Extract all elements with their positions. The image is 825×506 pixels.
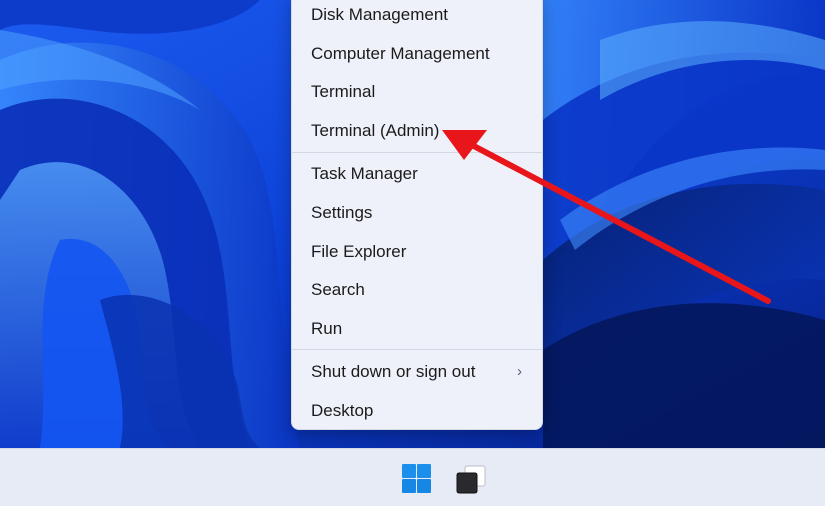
menu-item-label: Run: [311, 319, 343, 338]
menu-item-run[interactable]: Run: [292, 310, 542, 348]
menu-item-terminal[interactable]: Terminal: [292, 73, 542, 111]
taskbar: [0, 448, 825, 506]
menu-item-label: Terminal: [311, 82, 376, 101]
task-view-icon: [456, 465, 486, 494]
menu-item-task-manager[interactable]: Task Manager: [292, 155, 542, 193]
menu-item-desktop[interactable]: Desktop: [292, 392, 542, 430]
winx-context-menu: Disk Management Computer Management Term…: [291, 0, 543, 430]
menu-item-settings[interactable]: Settings: [292, 194, 542, 232]
start-button[interactable]: [398, 461, 434, 497]
menu-item-label: Shut down or sign out: [311, 362, 476, 381]
menu-item-terminal-admin[interactable]: Terminal (Admin): [292, 112, 542, 150]
windows-logo-icon: [402, 464, 432, 494]
menu-item-label: Search: [311, 280, 365, 299]
menu-item-label: File Explorer: [311, 242, 407, 261]
menu-item-computer-management[interactable]: Computer Management: [292, 35, 542, 73]
menu-item-label: Terminal (Admin): [311, 121, 440, 140]
menu-item-label: Settings: [311, 203, 373, 222]
task-view-button[interactable]: [452, 461, 488, 497]
chevron-right-icon: ›: [517, 363, 522, 380]
menu-item-label: Task Manager: [311, 164, 418, 183]
menu-item-shut-down-or-sign-out[interactable]: Shut down or sign out ›: [292, 353, 542, 391]
menu-item-label: Desktop: [311, 401, 374, 420]
menu-item-file-explorer[interactable]: File Explorer: [292, 233, 542, 271]
menu-item-search[interactable]: Search: [292, 271, 542, 309]
menu-item-label: Disk Management: [311, 5, 449, 24]
menu-separator: [292, 152, 542, 153]
menu-item-label: Computer Management: [311, 44, 490, 63]
menu-separator: [292, 349, 542, 350]
menu-item-disk-management[interactable]: Disk Management: [292, 0, 542, 34]
